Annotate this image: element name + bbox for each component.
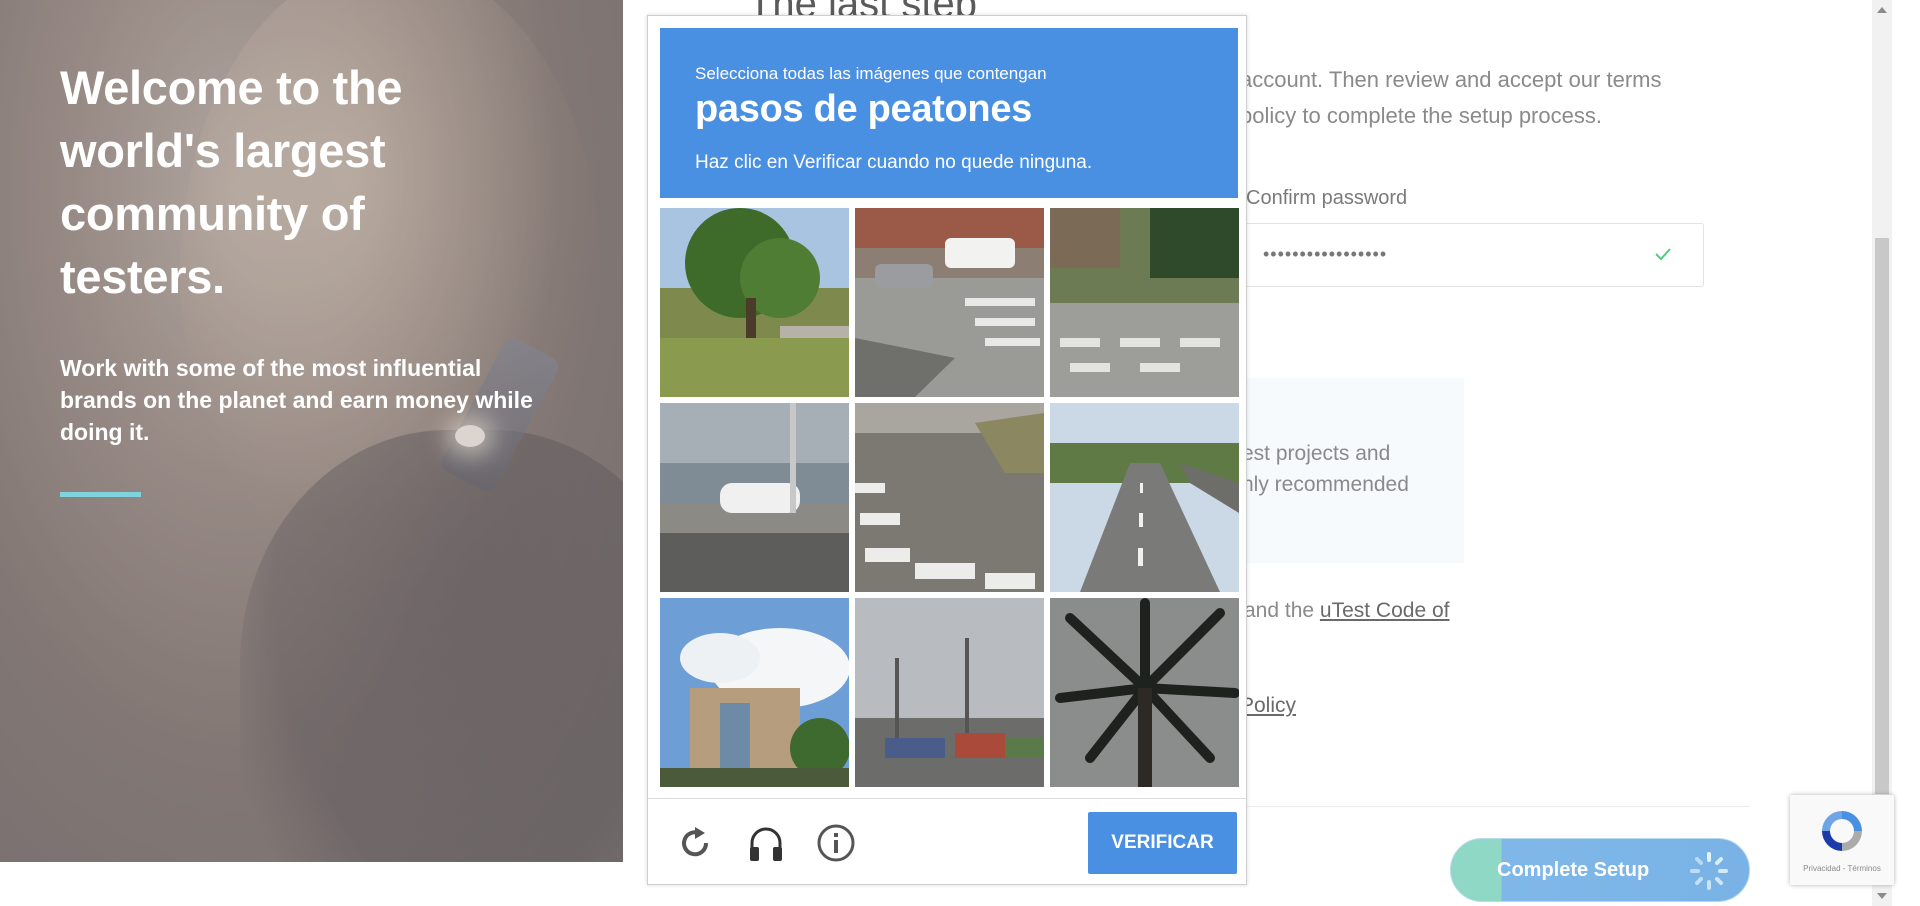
captcha-challenge: Selecciona todas las imágenes que conten… [647,15,1247,885]
recaptcha-logo-icon [1822,811,1862,851]
street-crosswalk-truck-image [855,208,1044,397]
terms-prefix: and the [1244,599,1320,622]
scroll-up-icon[interactable] [1877,7,1887,13]
captcha-footer: VERIFICAR [648,798,1246,884]
recaptcha-badge-text[interactable]: Privacidad - Términos [1790,864,1894,873]
captcha-header: Selecciona todas las imágenes que conten… [660,28,1238,198]
hero-title: Welcome to the world's largest community… [60,61,403,303]
recaptcha-badge[interactable]: Privacidad - Términos [1790,795,1894,885]
street-poles-image [855,598,1044,787]
captcha-tile-9[interactable] [1050,598,1239,787]
hero-panel: Welcome to the world's largest community… [0,0,623,862]
scrollbar-thumb[interactable] [1875,238,1889,794]
info-box: est projects and hly recommended . [1230,378,1464,563]
captcha-image-grid [660,208,1240,788]
palm-tree-image [1050,598,1239,787]
verify-button[interactable]: VERIFICAR [1088,812,1237,874]
reload-icon[interactable] [675,823,715,863]
form-intro: account. Then review and accept our term… [1240,67,1662,128]
complete-setup-button[interactable]: Complete Setup [1450,838,1750,902]
captcha-tile-8[interactable] [855,598,1044,787]
terms-text: and the uTest Code of [1244,599,1450,623]
captcha-tile-5[interactable] [855,403,1044,592]
captcha-tile-4[interactable] [660,403,849,592]
form-divider [1230,806,1750,807]
captcha-tile-1[interactable] [660,208,849,397]
crosswalk-closeup-image [855,403,1044,592]
scroll-down-icon[interactable] [1877,893,1887,899]
captcha-instruction: Selecciona todas las imágenes que conten… [695,64,1047,83]
page-scrollbar[interactable] [1872,0,1892,906]
street-crosswalk-corner-image [1050,208,1239,397]
checkmark-icon [1655,248,1671,261]
confirm-password-value: ••••••••••••••••• [1263,244,1388,264]
captcha-hint: Haz clic en Verificar cuando no quede ni… [695,152,1093,173]
info-line-1: est projects and [1242,442,1391,465]
complete-setup-label: Complete Setup [1497,859,1650,881]
info-icon[interactable] [816,823,856,863]
captcha-target-object: pasos de peatones [695,88,1033,130]
bridge-car-image [660,403,849,592]
code-of-conduct-link[interactable]: uTest Code of [1320,599,1450,622]
confirm-password-label: Confirm password [1246,187,1408,209]
policy-link[interactable]: Policy [1240,694,1296,718]
captcha-tile-6[interactable] [1050,403,1239,592]
confirm-password-field[interactable]: ••••••••••••••••• [1230,223,1704,287]
building-clouds-image [660,598,849,787]
captcha-tile-7[interactable] [660,598,849,787]
tree-park-image [660,208,849,397]
captcha-tile-3[interactable] [1050,208,1239,397]
hero-subtitle: Work with some of the most influential b… [60,355,533,445]
headphones-icon[interactable] [746,823,786,863]
highway-image [1050,403,1239,592]
captcha-tile-2[interactable] [855,208,1044,397]
loading-spinner-icon [1690,852,1728,890]
info-line-2: hly recommended [1242,473,1409,496]
hero-accent-line [60,492,141,497]
